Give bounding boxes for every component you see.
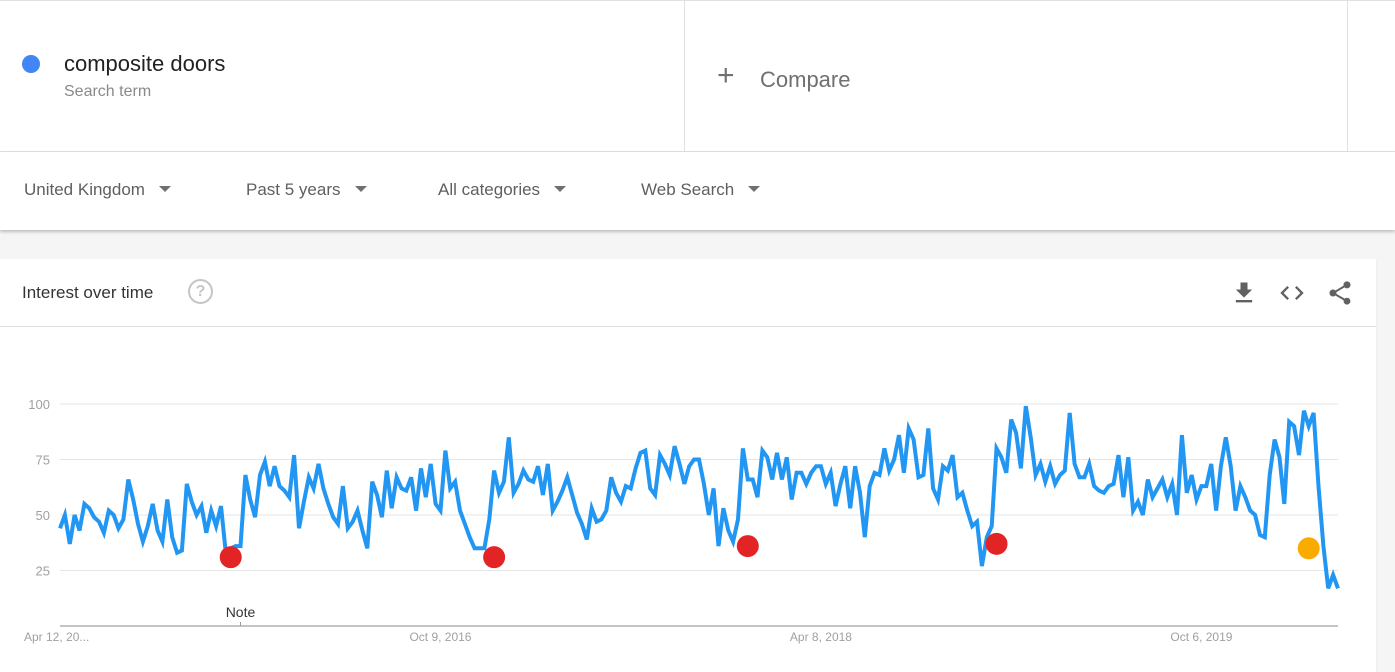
search-term-name[interactable]: composite doors xyxy=(64,51,225,77)
y-tick-label: 100 xyxy=(28,397,50,412)
note-annotation-label[interactable]: Note xyxy=(226,604,256,620)
caret-down-icon xyxy=(554,185,567,192)
region-dropdown[interactable]: United Kingdom xyxy=(24,180,171,200)
compare-label: Compare xyxy=(760,67,851,92)
partial-data-marker[interactable] xyxy=(1297,537,1320,560)
search-terms-bar: composite doors Search term + Compare xyxy=(0,0,1395,152)
category-dropdown-label: All categories xyxy=(438,180,541,199)
note-marker[interactable] xyxy=(219,546,242,569)
x-tick-label: Oct 6, 2019 xyxy=(1170,630,1232,644)
y-tick-label: 25 xyxy=(36,564,50,579)
note-marker[interactable] xyxy=(736,535,759,558)
x-tick-label: Oct 9, 2016 xyxy=(409,630,471,644)
term-color-dot-icon xyxy=(22,55,40,73)
caret-down-icon xyxy=(158,185,171,192)
series-line-composite-doors[interactable] xyxy=(58,405,1340,589)
time-range-dropdown[interactable]: Past 5 years xyxy=(246,180,367,200)
note-marker[interactable] xyxy=(985,532,1008,555)
y-tick-label: 50 xyxy=(36,508,50,523)
x-axis-labels: Apr 12, 20... Oct 9, 2016 Apr 8, 2018 Oct 6… xyxy=(24,630,1233,644)
compare-button[interactable]: + Compare xyxy=(685,1,1348,152)
note-marker[interactable] xyxy=(483,546,506,569)
search-term-card[interactable]: composite doors Search term xyxy=(0,1,685,152)
caret-down-icon xyxy=(748,185,761,192)
region-dropdown-label: United Kingdom xyxy=(24,180,145,199)
caret-down-icon xyxy=(354,185,367,192)
search-type-dropdown-label: Web Search xyxy=(641,180,735,199)
y-axis-labels: 25 50 75 100 xyxy=(28,397,50,579)
category-dropdown[interactable]: All categories xyxy=(438,180,567,200)
series-markers xyxy=(219,532,1320,569)
filter-bar: United Kingdom Past 5 years All categori… xyxy=(0,152,1395,230)
plus-icon: + xyxy=(717,59,735,92)
interest-line-chart[interactable]: 255075100 Note Apr 12, 20... Oct 9, 2016 A… xyxy=(0,259,1376,672)
interest-over-time-card: Interest over time ? 25 50 75 100 Note Apr … xyxy=(0,259,1376,672)
y-tick-label: 75 xyxy=(36,453,50,468)
x-tick-label: Apr 12, 20... xyxy=(24,630,89,644)
search-type-dropdown[interactable]: Web Search xyxy=(641,180,761,200)
search-term-type: Search term xyxy=(64,83,152,100)
time-range-dropdown-label: Past 5 years xyxy=(246,180,341,199)
x-tick-label: Apr 8, 2018 xyxy=(790,630,852,644)
